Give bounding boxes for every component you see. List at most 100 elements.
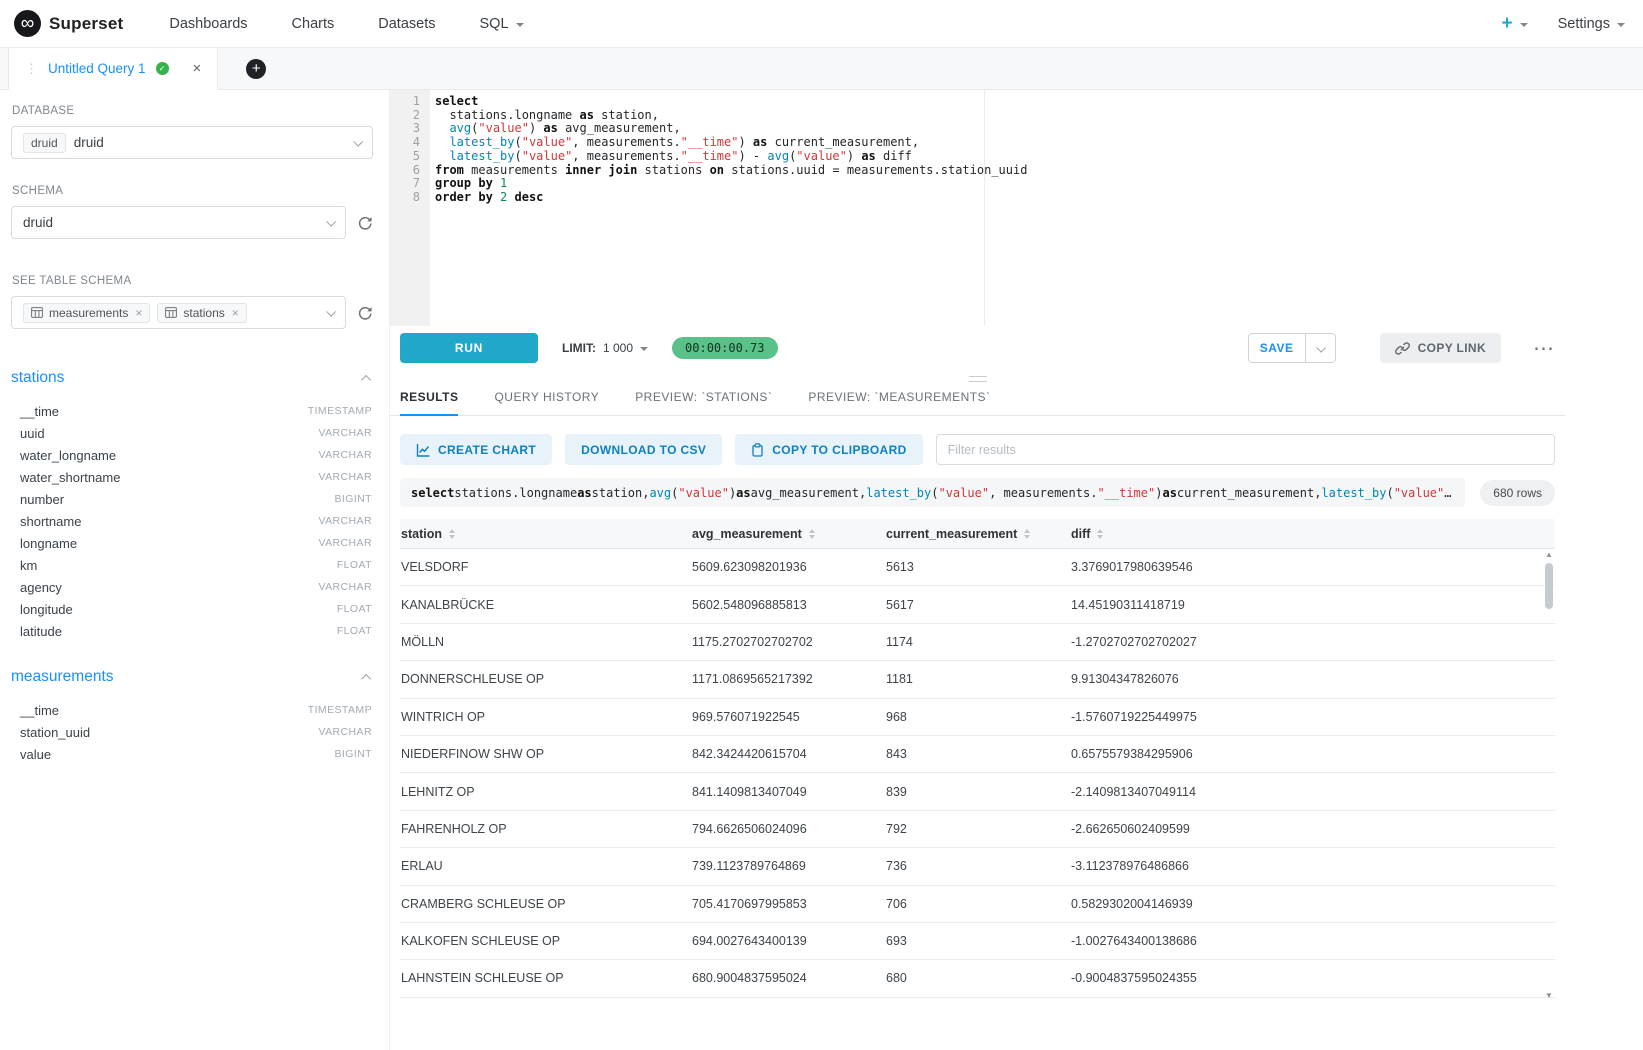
results-table: stationavg_measurementcurrent_measuremen… [400,519,1555,1005]
database-label: DATABASE [12,105,373,117]
close-tab-icon[interactable]: × [193,61,202,76]
refresh-tables-icon[interactable] [357,305,373,321]
table-section-header-measurements[interactable]: measurements [11,668,371,686]
settings-label: Settings [1558,16,1610,32]
column-row-agency: agencyVARCHAR [11,576,373,598]
scroll-up-icon[interactable]: ▲ [1543,550,1555,560]
column-row-shortname: shortnameVARCHAR [11,510,373,532]
table-row[interactable]: WINTRICH OP969.576071922545968-1.5760719… [400,699,1555,736]
database-field: DATABASE druid druid [11,105,373,159]
column-header-station[interactable]: station [400,527,691,541]
new-item-dropdown[interactable]: + [1501,13,1527,35]
sort-icon[interactable] [1024,529,1030,539]
nav-menu: Dashboards Charts Datasets SQL [169,16,523,32]
table-row[interactable]: MÖLLN1175.27027027027021174-1.2702702702… [400,624,1555,661]
column-row-number: numberBIGINT [11,488,373,510]
save-button[interactable]: SAVE [1248,333,1306,363]
column-row-km: kmFLOAT [11,554,373,576]
table-icon [31,307,43,318]
editor-code: select stations.longname as station, avg… [430,90,1027,326]
database-value: druid [74,135,104,150]
nav-item-dashboards[interactable]: Dashboards [169,16,247,32]
sql-lab-sidebar: DATABASE druid druid SCHEMA druid [0,90,390,1050]
schema-label: SCHEMA [12,185,373,197]
save-dropdown-button[interactable] [1306,333,1336,363]
superset-logo-icon: ∞ [14,10,41,37]
column-header-avg-measurement[interactable]: avg_measurement [691,527,885,541]
database-select[interactable]: druid druid [11,126,373,159]
scrollbar-thumb[interactable] [1545,563,1553,609]
save-split-button: SAVE [1248,333,1336,363]
result-tab-results[interactable]: RESULTS [400,390,458,415]
add-tab-button[interactable]: + [246,59,266,79]
column-header-diff[interactable]: diff [1070,527,1555,541]
settings-dropdown[interactable]: Settings [1558,16,1625,32]
filter-results-input[interactable] [936,434,1555,465]
nav-right: + Settings [1501,13,1625,35]
table-section-header-stations[interactable]: stations [11,369,371,387]
sql-editor[interactable]: 12345678 select stations.longname as sta… [390,90,1565,326]
sort-icon[interactable] [1097,529,1103,539]
limit-value: 1 000 [603,341,633,355]
table-row[interactable]: FAHRENHOLZ OP794.6626506024096792-2.6626… [400,811,1555,848]
remove-tag-icon[interactable]: × [135,306,142,320]
nav-item-charts[interactable]: Charts [292,16,335,32]
table-schema-field: SEE TABLE SCHEMA measurements× stations× [11,275,373,329]
table-row[interactable]: NIEDERFINOW SHW OP842.34244206157048430.… [400,736,1555,773]
table-row[interactable]: LAHNSTEIN SCHLEUSE OP680.900483759502468… [400,960,1555,997]
superset-logo[interactable]: ∞ Superset [14,10,123,37]
more-options-icon[interactable]: ⋯ [1533,336,1555,361]
refresh-schema-icon[interactable] [357,215,373,231]
table-row[interactable]: VELSDORF5609.62309820193656133.376901798… [400,549,1555,586]
column-row-value: valueBIGINT [11,743,373,765]
nav-item-datasets[interactable]: Datasets [378,16,435,32]
tab-title: Untitled Query 1 [48,61,146,76]
column-row-time: __timeTIMESTAMP [11,699,373,721]
limit-dropdown[interactable]: LIMIT: 1 000 [562,341,648,355]
results-scrollbar[interactable]: ▲ ▼ [1543,550,1555,1001]
schema-field: SCHEMA druid [11,185,373,239]
table-row[interactable]: KALKOFEN SCHLEUSE OP694.0027643400139693… [400,923,1555,960]
table-row[interactable]: KANALBRÜCKE5602.548096885813561714.45190… [400,586,1555,623]
result-tab-query-history[interactable]: QUERY HISTORY [494,390,599,415]
table-row[interactable]: LEHNITZ OP841.1409813407049839-2.1409813… [400,773,1555,810]
run-button[interactable]: RUN [400,333,538,363]
scroll-down-icon[interactable]: ▼ [1543,991,1555,1001]
table-tag-stations[interactable]: stations× [157,303,246,323]
nav-item-sql[interactable]: SQL [480,16,524,32]
remove-tag-icon[interactable]: × [232,306,239,320]
table-row[interactable]: DONNERSCHLEUSE OP1171.086956521739211819… [400,661,1555,698]
pane-splitter[interactable] [390,370,1565,388]
results-toolbar: CREATE CHART DOWNLOAD TO CSV COPY TO CLI… [390,434,1565,465]
chevron-up-icon [361,374,371,384]
query-preview-row: select stations.longname as station, avg… [390,478,1565,507]
column-header-current-measurement[interactable]: current_measurement [885,527,1070,541]
schema-value: druid [23,215,53,230]
link-icon [1395,341,1410,356]
result-tabs: RESULTS QUERY HISTORY PREVIEW: `STATIONS` P… [390,388,1565,416]
main-layout: DATABASE druid druid SCHEMA druid [0,90,1643,1050]
schema-select[interactable]: druid [11,206,346,239]
copy-to-clipboard-button[interactable]: COPY TO CLIPBOARD [735,434,922,465]
table-schema-label: SEE TABLE SCHEMA [12,275,373,287]
executed-query-preview: select stations.longname as station, avg… [400,478,1465,507]
sort-icon[interactable] [809,529,815,539]
download-csv-button[interactable]: DOWNLOAD TO CSV [565,434,722,465]
column-row-longname: longnameVARCHAR [11,532,373,554]
table-row[interactable]: CRAMBERG SCHLEUSE OP705.4170697995853706… [400,886,1555,923]
create-chart-button[interactable]: CREATE CHART [400,434,552,465]
sort-icon[interactable] [449,529,455,539]
result-tab-preview-measurements[interactable]: PREVIEW: `MEASUREMENTS` [808,390,990,415]
chevron-up-icon [361,673,371,683]
copy-link-button[interactable]: COPY LINK [1380,333,1501,363]
result-tab-preview-stations[interactable]: PREVIEW: `STATIONS` [635,390,772,415]
query-tab[interactable]: ⋮ Untitled Query 1 ✓ × [8,48,218,90]
chevron-down-icon [516,23,524,27]
query-timer-badge: 00:00:00.73 [672,337,777,359]
splitter-handle-icon [969,376,987,382]
chevron-down-icon [1316,342,1326,352]
column-row-station-uuid: station_uuidVARCHAR [11,721,373,743]
table-row[interactable]: ERLAU739.1123789764869736-3.112378976486… [400,848,1555,885]
table-multiselect[interactable]: measurements× stations× [11,296,346,329]
table-tag-measurements[interactable]: measurements× [23,303,150,323]
